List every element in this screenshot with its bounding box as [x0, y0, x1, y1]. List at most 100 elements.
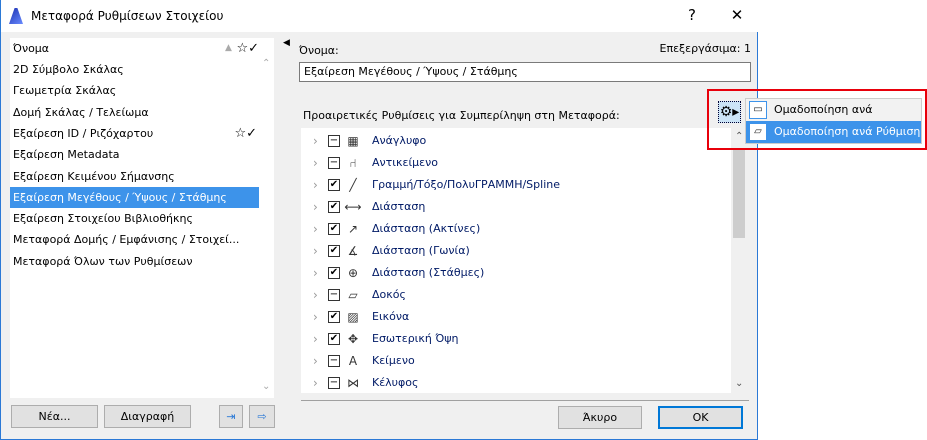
window-title: Μεταφορά Ρυθμίσεων Στοιχείου	[31, 9, 224, 23]
list-item[interactable]: Εξαίρεση ID / Ριζόχαρτου ☆✓	[10, 123, 259, 144]
tree-row-label: Γραμμή/Τόξο/ΠολυΓΡΑΜΜΗ/Spline	[372, 178, 560, 191]
expand-chevron-icon[interactable]: ›	[313, 196, 318, 218]
expand-chevron-icon[interactable]: ›	[313, 372, 318, 393]
expand-chevron-icon[interactable]: ›	[313, 174, 318, 196]
highlight-box	[707, 89, 927, 150]
tool-icon: ∡	[347, 244, 359, 258]
tool-icon: ⑁	[349, 156, 357, 170]
favorite-star-check-icon[interactable]: ☆✓	[236, 38, 259, 59]
tree-row[interactable]: › − ⋈ Κέλυφος	[301, 372, 726, 393]
expand-chevron-icon[interactable]: ›	[313, 284, 318, 306]
favorite-star-check-icon[interactable]: ☆✓	[234, 123, 257, 144]
favorites-list: Όνομα ▲ ☆✓ 2D Σύμβολο Σκάλας Γεωμετρία Σκάλ…	[10, 38, 274, 398]
close-button[interactable]: ✕	[727, 6, 747, 24]
tree-row-label: Διάσταση	[372, 200, 426, 213]
options-label: Προαιρετικές Ρυθμίσεις για Συμπερίληψη σ…	[303, 109, 620, 122]
checkbox-partial[interactable]: −	[328, 157, 340, 169]
expand-chevron-icon[interactable]: ›	[313, 262, 318, 284]
name-label: Όνομα:	[299, 44, 339, 57]
checkbox-partial[interactable]: −	[328, 377, 340, 389]
scroll-up-arrow[interactable]: ⌃	[262, 58, 270, 69]
list-item[interactable]: Δομή Σκάλας / Τελείωμα	[10, 102, 259, 123]
tree-scroll-thumb[interactable]	[733, 150, 745, 238]
checkbox-partial[interactable]: −	[328, 135, 340, 147]
tree-row[interactable]: › − ⑁ Αντικείμενο	[301, 152, 726, 174]
checkbox-checked[interactable]: ✔	[328, 245, 340, 257]
list-item[interactable]: Εξαίρεση Κειμένου Σήμανσης	[10, 166, 259, 187]
list-item[interactable]: Μεταφορά Όλων των Ρυθμίσεων	[10, 251, 259, 272]
ok-button[interactable]: OK	[658, 406, 743, 429]
tree-row-label: Εσωτερική Όψη	[372, 332, 459, 345]
name-column-header: Όνομα	[13, 42, 50, 55]
name-input[interactable]: Εξαίρεση Μεγέθους / Ύψους / Στάθμης	[299, 62, 751, 82]
new-button[interactable]: Νέα...	[11, 405, 98, 428]
tree-row[interactable]: › ✔ ⟷ Διάσταση	[301, 196, 726, 218]
tree-row[interactable]: › − ▱ Δοκός	[301, 284, 726, 306]
sort-up-icon[interactable]: ▲	[225, 38, 232, 59]
tree-row-label: Διάσταση (Ακτίνες)	[372, 222, 481, 235]
expand-chevron-icon[interactable]: ›	[313, 240, 318, 262]
expand-chevron-icon[interactable]: ›	[313, 328, 318, 350]
tree-row[interactable]: › ✔ ╱ Γραμμή/Τόξο/ΠολυΓΡΑΜΜΗ/Spline	[301, 174, 726, 196]
expand-chevron-icon[interactable]: ›	[313, 350, 318, 372]
title-bar: Μεταφορά Ρυθμίσεων Στοιχείου ? ✕	[1, 0, 758, 32]
help-button[interactable]: ?	[682, 6, 702, 24]
checkbox-partial[interactable]: −	[328, 289, 340, 301]
app-icon	[9, 8, 23, 24]
tool-icon: ▦	[347, 134, 359, 148]
tree-row-label: Κείμενο	[372, 354, 415, 367]
tool-icon: ⋈	[347, 376, 359, 390]
cancel-button[interactable]: Άκυρο	[558, 406, 642, 429]
checkbox-checked[interactable]: ✔	[328, 333, 340, 345]
settings-transfer-dialog: Μεταφορά Ρυθμίσεων Στοιχείου ? ✕ Όνομα ▲ ☆…	[0, 0, 758, 440]
checkbox-checked[interactable]: ✔	[328, 267, 340, 279]
tree-row-label: Δοκός	[372, 288, 406, 301]
tool-icon: ▱	[348, 288, 358, 302]
checkbox-checked[interactable]: ✔	[328, 179, 340, 191]
tree-row[interactable]: › ✔ ↗ Διάσταση (Ακτίνες)	[301, 218, 726, 240]
checkbox-checked[interactable]: ✔	[328, 201, 340, 213]
expand-chevron-icon[interactable]: ›	[313, 152, 318, 174]
tree-row[interactable]: › ✔ ⊕ Διάσταση (Στάθμες)	[301, 262, 726, 284]
list-item-label: Γεωμετρία Σκάλας	[13, 84, 117, 98]
tree-row[interactable]: › − ▦ Ανάγλυφο	[301, 130, 726, 152]
checkbox-checked[interactable]: ✔	[328, 223, 340, 235]
tree-row[interactable]: › ✔ ▨ Εικόνα	[301, 306, 726, 328]
list-item[interactable]: Εξαίρεση Metadata	[10, 144, 259, 165]
list-item-label: Εξαίρεση Metadata	[13, 148, 120, 162]
list-item-label: 2D Σύμβολο Σκάλας	[13, 63, 124, 76]
export-icon[interactable]: ⇨	[249, 405, 275, 428]
list-item[interactable]: 2D Σύμβολο Σκάλας	[10, 59, 259, 80]
tool-icon: ↗	[347, 222, 359, 236]
list-item[interactable]: Εξαίρεση Στοιχείου Βιβλιοθήκης	[10, 208, 259, 229]
list-item-label: Εξαίρεση Κειμένου Σήμανσης	[13, 169, 175, 183]
options-tree: › − ▦ Ανάγλυφο › − ⑁ Αντικείμενο › ✔ ╱ Γραμμή/Τόξο/…	[301, 128, 746, 393]
tool-icon: ⊕	[347, 266, 359, 280]
separator	[301, 400, 749, 401]
tree-scroll-down[interactable]: ⌄	[735, 378, 743, 389]
tree-row-label: Διάσταση (Στάθμες)	[372, 266, 485, 279]
expand-chevron-icon[interactable]: ›	[313, 306, 318, 328]
checkbox-checked[interactable]: ✔	[328, 311, 340, 323]
list-header[interactable]: Όνομα ▲ ☆✓	[10, 38, 259, 59]
tree-row[interactable]: › − A Κείμενο	[301, 350, 726, 372]
tree-row[interactable]: › ✔ ✥ Εσωτερική Όψη	[301, 328, 726, 350]
tree-row-label: Εικόνα	[372, 310, 410, 323]
list-item-label: Εξαίρεση ID / Ριζόχαρτου	[13, 126, 154, 140]
list-item[interactable]: Εξαίρεση Μεγέθους / Ύψους / Στάθμης	[10, 186, 259, 208]
delete-button[interactable]: Διαγραφή	[104, 405, 191, 428]
tree-row-label: Αντικείμενο	[372, 156, 438, 169]
list-item-label: Δομή Σκάλας / Τελείωμα	[13, 105, 149, 119]
editable-count: Επεξεργάσιμα: 1	[659, 42, 752, 55]
checkbox-partial[interactable]: −	[328, 355, 340, 367]
list-item[interactable]: Γεωμετρία Σκάλας	[10, 80, 259, 101]
import-icon[interactable]: ⇥	[219, 405, 243, 428]
collapse-panel-arrow[interactable]: ◀	[283, 38, 290, 48]
expand-chevron-icon[interactable]: ›	[313, 130, 318, 152]
tree-row-label: Κέλυφος	[372, 376, 419, 389]
expand-chevron-icon[interactable]: ›	[313, 218, 318, 240]
tree-row[interactable]: › ✔ ∡ Διάσταση (Γωνία)	[301, 240, 726, 262]
scroll-down-arrow[interactable]: ⌄	[262, 381, 270, 392]
list-item[interactable]: Μεταφορά Δομής / Εμφάνισης / Στοιχεί...	[10, 229, 259, 250]
list-item-label: Εξαίρεση Στοιχείου Βιβλιοθήκης	[13, 212, 193, 226]
